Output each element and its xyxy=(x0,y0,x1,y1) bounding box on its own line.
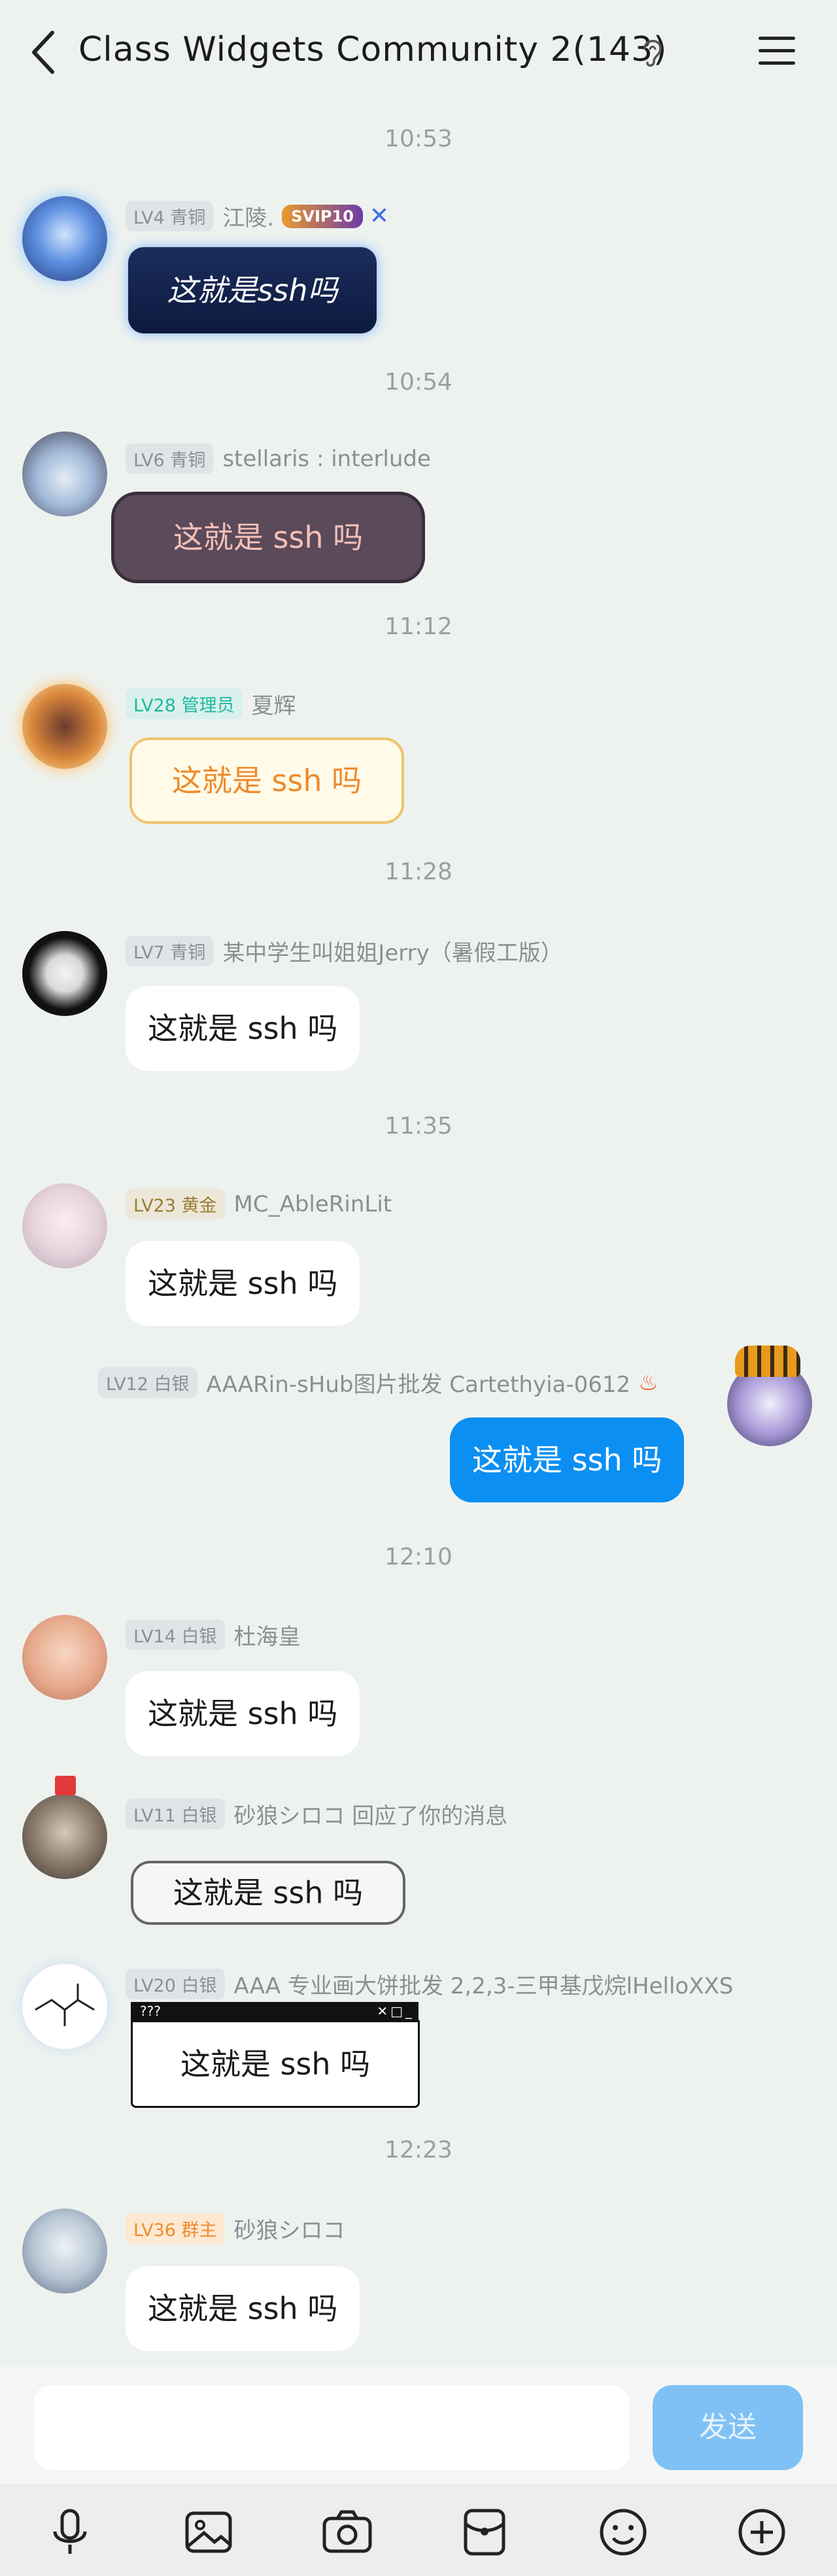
message-input[interactable] xyxy=(34,2385,629,2470)
message-bubble[interactable]: 这就是 ssh 吗 xyxy=(126,1241,360,1326)
sender-name[interactable]: AAARin-sHub图片批发 Cartethyia-0612 xyxy=(207,1366,631,1398)
sender-name[interactable]: stellaris : interlude xyxy=(222,446,431,472)
page-title: Class Widgets Community 2(143) xyxy=(78,30,668,69)
sender-name[interactable]: 某中学生叫姐姐Jerry（暑假工版） xyxy=(222,935,562,967)
chemical-structure-icon xyxy=(35,1984,95,2026)
sender-meta: LV36 群主 砂狼シロコ xyxy=(126,2212,345,2245)
sender-meta: LV14 白银 杜海皇 xyxy=(126,1619,301,1651)
avatar-decoration xyxy=(735,1346,800,1377)
message-bubble[interactable]: 这就是 ssh 吗 xyxy=(131,1861,405,1925)
window-frame-title: ??? xyxy=(140,2003,161,2019)
image-icon[interactable] xyxy=(180,2504,237,2560)
sender-name[interactable]: 杜海皇 xyxy=(234,1619,301,1651)
avatar[interactable] xyxy=(22,931,107,1016)
avatar[interactable] xyxy=(22,2209,107,2294)
timestamp: 12:23 xyxy=(384,2137,453,2163)
level-badge: LV11 白银 xyxy=(126,1799,225,1829)
level-badge: LV23 黄金 xyxy=(126,1189,225,1219)
sender-meta: LV23 黄金 MC_AbleRinLit xyxy=(126,1189,392,1219)
level-badge: LV12 白银 xyxy=(98,1367,197,1398)
message-bubble[interactable]: 这就是 ssh 吗 xyxy=(111,492,425,583)
x-badge-icon: ✕ xyxy=(369,203,390,229)
camera-icon[interactable] xyxy=(319,2504,375,2560)
level-badge: LV20 白银 xyxy=(126,1969,225,1999)
timestamp: 10:54 xyxy=(384,369,453,396)
sender-name[interactable]: 砂狼シロコ 回应了你的消息 xyxy=(234,1798,508,1830)
sender-meta: LV4 青铜 江陵. SVIP10 ✕ xyxy=(126,200,389,232)
timestamp: 11:28 xyxy=(384,858,453,885)
sender-meta: LV7 青铜 某中学生叫姐姐Jerry（暑假工版） xyxy=(126,935,563,967)
avatar[interactable] xyxy=(22,432,107,517)
level-badge: LV7 青铜 xyxy=(126,936,214,966)
avatar[interactable] xyxy=(22,1964,107,2049)
level-badge: LV4 青铜 xyxy=(126,201,214,231)
sender-name[interactable]: 江陵. xyxy=(222,200,274,232)
sender-meta: LV20 白银 AAA 专业画大饼批发 2,2,3-三甲基戊烷lHelloXXS xyxy=(126,1968,733,2000)
message-bubble[interactable]: 这就是ssh吗 xyxy=(128,247,377,333)
flame-icon: ♨ xyxy=(638,1369,658,1396)
sender-meta: LV12 白银 AAARin-sHub图片批发 Cartethyia-0612 … xyxy=(98,1366,658,1398)
avatar[interactable] xyxy=(22,1183,107,1268)
sender-name[interactable]: 砂狼シロコ xyxy=(234,2212,345,2245)
timestamp: 12:10 xyxy=(384,1544,453,1570)
message-bubble[interactable]: 这就是 ssh 吗 xyxy=(126,1671,360,1756)
gift-icon xyxy=(55,1776,76,1795)
timestamp: 11:35 xyxy=(384,1113,453,1140)
sender-meta: LV28 管理员 夏辉 xyxy=(126,688,296,720)
svip-badge: SVIP10 xyxy=(282,204,363,228)
composer-bar: 发送 xyxy=(0,2367,837,2484)
message-bubble[interactable]: 这就是 ssh 吗 xyxy=(126,2266,360,2351)
window-frame-titlebar: ??? ✕□_ xyxy=(131,2002,418,2020)
timestamp: 11:12 xyxy=(384,613,453,640)
menu-icon[interactable] xyxy=(756,33,798,69)
sender-name[interactable]: AAA 专业画大饼批发 2,2,3-三甲基戊烷lHelloXXS xyxy=(234,1968,734,2000)
timestamp: 10:53 xyxy=(384,126,453,152)
sender-meta: LV6 青铜 stellaris : interlude xyxy=(126,443,431,474)
message-bubble[interactable]: 这就是 ssh 吗 xyxy=(129,737,404,824)
level-badge: LV14 白银 xyxy=(126,1619,225,1650)
avatar[interactable] xyxy=(22,196,107,281)
avatar[interactable] xyxy=(22,684,107,769)
chat-header: Class Widgets Community 2(143) xyxy=(0,0,837,105)
sender-name[interactable]: 夏辉 xyxy=(252,688,296,720)
sender-name[interactable]: MC_AbleRinLit xyxy=(234,1191,392,1217)
composer-toolbar xyxy=(0,2484,837,2576)
ear-icon[interactable] xyxy=(638,35,666,69)
red-packet-icon[interactable] xyxy=(456,2504,513,2560)
message-bubble[interactable]: 这就是 ssh 吗 xyxy=(126,986,360,1071)
sender-meta: LV11 白银 砂狼シロコ 回应了你的消息 xyxy=(126,1798,507,1830)
emoji-icon[interactable] xyxy=(595,2504,651,2560)
avatar[interactable] xyxy=(22,1615,107,1700)
level-badge: LV36 群主 xyxy=(126,2213,225,2244)
back-arrow-icon[interactable] xyxy=(25,26,64,78)
message-bubble[interactable]: 这就是 ssh 吗 xyxy=(450,1417,685,1502)
microphone-icon[interactable] xyxy=(42,2504,98,2560)
avatar[interactable] xyxy=(22,1794,107,1879)
level-badge: LV6 青铜 xyxy=(126,443,214,474)
plus-icon[interactable] xyxy=(734,2504,790,2560)
message-bubble[interactable]: 这就是 ssh 吗 xyxy=(131,2020,420,2108)
send-button[interactable]: 发送 xyxy=(653,2385,803,2470)
window-controls-icon: ✕□_ xyxy=(377,2003,415,2019)
level-badge: LV28 管理员 xyxy=(126,688,243,719)
